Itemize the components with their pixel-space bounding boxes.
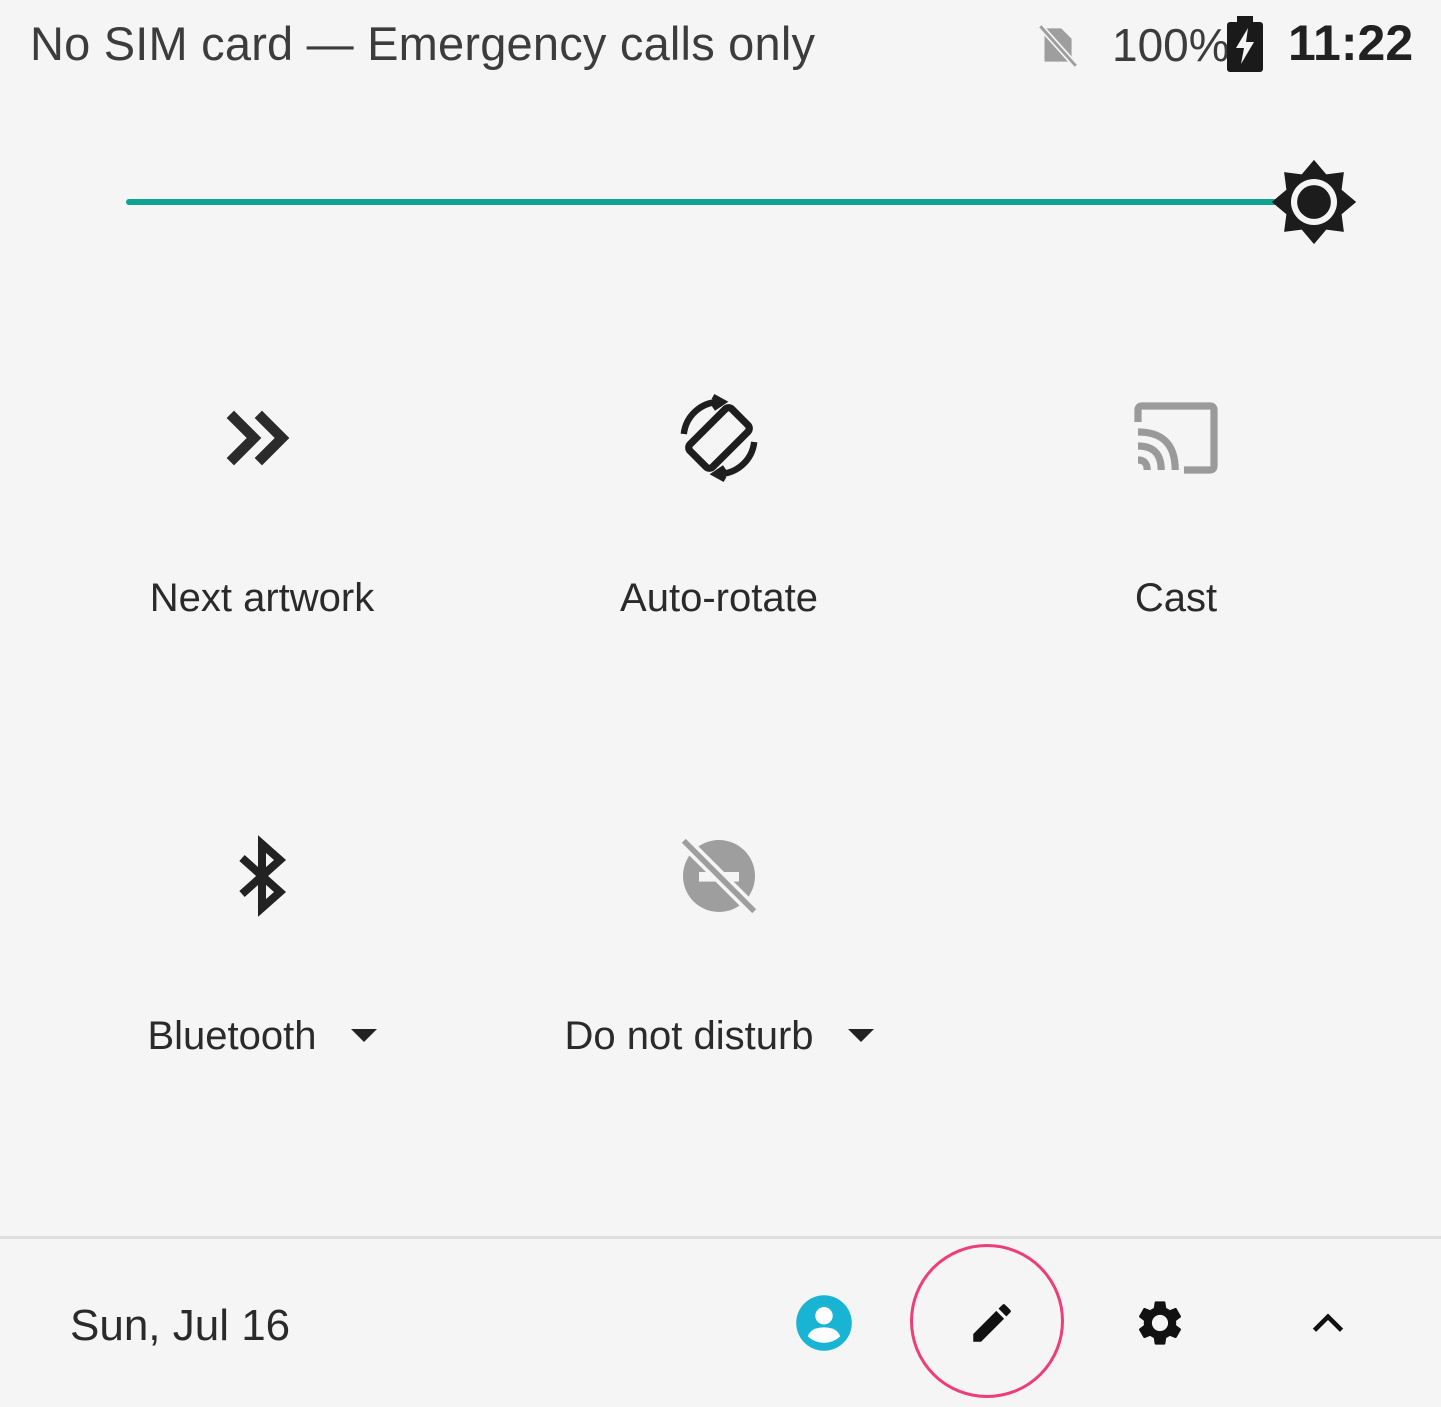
tile-bluetooth[interactable]: Bluetooth [52,778,472,1118]
tile-label: Bluetooth [52,1014,472,1059]
collapse-button[interactable] [1288,1283,1368,1363]
tile-label: Next artwork [149,576,375,620]
screen-rotation-icon [680,393,758,483]
dropdown-caret-icon[interactable] [350,1028,377,1042]
battery-charging-icon [1227,16,1263,72]
tile-auto-rotate[interactable]: Auto-rotate [509,340,929,680]
brightness-slider[interactable] [0,150,1441,260]
tile-cast[interactable]: Cast [966,340,1386,680]
edit-icon [973,1304,1011,1342]
no-sim-icon [1038,24,1079,68]
carrier-status-text: No SIM card — Emergency calls only [30,17,816,70]
tile-label: Auto-rotate [620,576,818,620]
tile-label: Cast [1134,576,1218,620]
brightness-track[interactable] [126,199,1316,205]
double-chevron-right-icon [226,410,290,466]
clock: 11:22 [1288,15,1414,71]
tile-label-text: Do not disturb [564,1014,814,1058]
status-bar: No SIM card — Emergency calls only 100% … [0,0,1441,92]
date-text[interactable]: Sun, Jul 16 [70,1301,290,1351]
bluetooth-icon [239,835,287,917]
tile-label: Do not disturb [509,1014,929,1059]
dropdown-caret-icon[interactable] [847,1028,874,1042]
settings-icon [1138,1301,1182,1345]
tile-label-text: Bluetooth [147,1014,317,1058]
edit-button[interactable] [952,1283,1032,1363]
quick-settings-footer: Sun, Jul 16 [0,1239,1441,1407]
tile-next-artwork[interactable]: Next artwork [52,340,472,680]
user-icon [796,1295,852,1351]
battery-percent: 100% [1112,19,1230,71]
cast-icon [1134,402,1218,474]
user-switch-button[interactable] [784,1283,864,1363]
quick-settings-tiles: Next artwork Auto-rotate Cast Bluetooth [0,340,1441,1200]
brightness-auto-icon[interactable] [1268,156,1360,248]
tile-do-not-disturb[interactable]: Do not disturb [509,778,929,1118]
do-not-disturb-off-icon [679,836,759,916]
collapse-chevron-up-icon [1312,1313,1344,1332]
settings-button[interactable] [1120,1283,1200,1363]
